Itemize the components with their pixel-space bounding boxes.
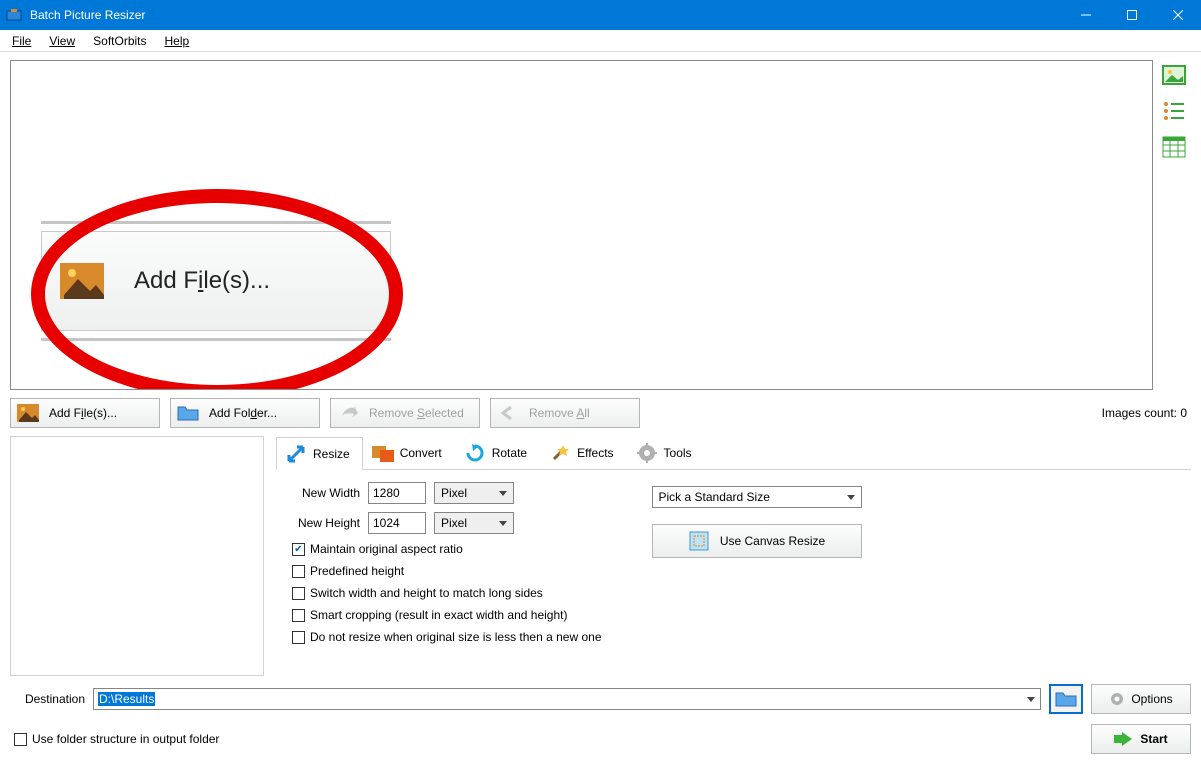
remove-all-button[interactable]: Remove All [490, 398, 640, 428]
chevron-down-icon [847, 495, 855, 500]
checkbox-label: Smart cropping (result in exact width an… [310, 608, 567, 622]
view-details-icon[interactable] [1161, 134, 1187, 160]
checkbox-label: Switch width and height to match long si… [310, 586, 543, 600]
play-icon [1114, 732, 1132, 746]
destination-combobox[interactable]: D:\Results [93, 688, 1041, 710]
canvas-icon [688, 530, 710, 552]
folder-structure-checkbox[interactable] [14, 733, 27, 746]
chevron-down-icon [499, 491, 507, 496]
maximize-button[interactable] [1109, 0, 1155, 30]
button-label: Remove All [529, 406, 590, 420]
remove-all-icon [497, 404, 519, 422]
callout-highlight [31, 189, 403, 390]
gear-icon [1109, 691, 1125, 707]
add-files-button[interactable]: Add File(s)... [10, 398, 160, 428]
close-button[interactable] [1155, 0, 1201, 30]
window-title: Batch Picture Resizer [30, 8, 1063, 22]
remove-icon [337, 404, 359, 422]
menu-help[interactable]: Help [157, 32, 198, 50]
standard-size-select[interactable]: Pick a Standard Size [652, 486, 862, 508]
tab-rotate[interactable]: Rotate [455, 436, 540, 469]
checkbox-label: Do not resize when original size is less… [310, 630, 602, 644]
height-input[interactable] [368, 512, 426, 534]
image-list-canvas[interactable]: Add File(s)... [10, 60, 1153, 390]
destination-value: D:\Results [98, 692, 155, 706]
convert-icon [372, 442, 394, 464]
image-icon [17, 404, 39, 422]
preview-panel [10, 436, 264, 676]
titlebar: Batch Picture Resizer [0, 0, 1201, 30]
menu-file[interactable]: File [4, 32, 39, 50]
switch-wh-checkbox[interactable] [292, 587, 305, 600]
remove-selected-button[interactable]: Remove Selected [330, 398, 480, 428]
start-button[interactable]: Start [1091, 724, 1191, 754]
menu-view[interactable]: View [41, 32, 83, 50]
height-unit-select[interactable]: Pixel [434, 512, 514, 534]
rotate-icon [464, 442, 486, 464]
add-folder-button[interactable]: Add Folder... [170, 398, 320, 428]
height-label: New Height [290, 516, 360, 530]
tab-convert[interactable]: Convert [363, 436, 455, 469]
effects-icon [549, 442, 571, 464]
width-label: New Width [290, 486, 360, 500]
canvas-resize-button[interactable]: Use Canvas Resize [652, 524, 862, 558]
window-controls [1063, 0, 1201, 30]
settings-tabs: Resize Convert Rotate Effects Tools [276, 436, 1191, 470]
checkbox-label: Maintain original aspect ratio [310, 542, 463, 556]
button-label: Add File(s)... [49, 406, 117, 420]
button-label: Add Folder... [209, 406, 277, 420]
app-icon [6, 7, 22, 23]
minimize-button[interactable] [1063, 0, 1109, 30]
tab-tools[interactable]: Tools [627, 436, 705, 469]
resize-icon [285, 443, 307, 465]
browse-folder-button[interactable] [1049, 684, 1083, 714]
folder-icon [177, 404, 199, 422]
chevron-down-icon [499, 521, 507, 526]
width-input[interactable] [368, 482, 426, 504]
view-thumbnails-icon[interactable] [1161, 62, 1187, 88]
aspect-checkbox[interactable]: ✔ [292, 543, 305, 556]
width-unit-select[interactable]: Pixel [434, 482, 514, 504]
menu-softorbits[interactable]: SoftOrbits [85, 32, 154, 50]
tab-resize[interactable]: Resize [276, 437, 363, 470]
checkbox-label: Predefined height [310, 564, 404, 578]
view-list-icon[interactable] [1161, 98, 1187, 124]
tools-icon [636, 442, 658, 464]
predefined-height-checkbox[interactable] [292, 565, 305, 578]
button-label: Remove Selected [369, 406, 464, 420]
chevron-down-icon[interactable] [1022, 697, 1040, 702]
smart-crop-checkbox[interactable] [292, 609, 305, 622]
no-resize-checkbox[interactable] [292, 631, 305, 644]
destination-label: Destination [10, 692, 85, 706]
resize-panel: New Width Pixel New Height Pixel ✔ Mainta… [276, 470, 1191, 650]
menubar: File View SoftOrbits Help [0, 30, 1201, 52]
checkbox-label: Use folder structure in output folder [32, 732, 219, 746]
images-count-label: Images count: 0 [1102, 406, 1187, 420]
view-mode-icons [1161, 60, 1191, 390]
tab-effects[interactable]: Effects [540, 436, 626, 469]
options-button[interactable]: Options [1091, 684, 1191, 714]
